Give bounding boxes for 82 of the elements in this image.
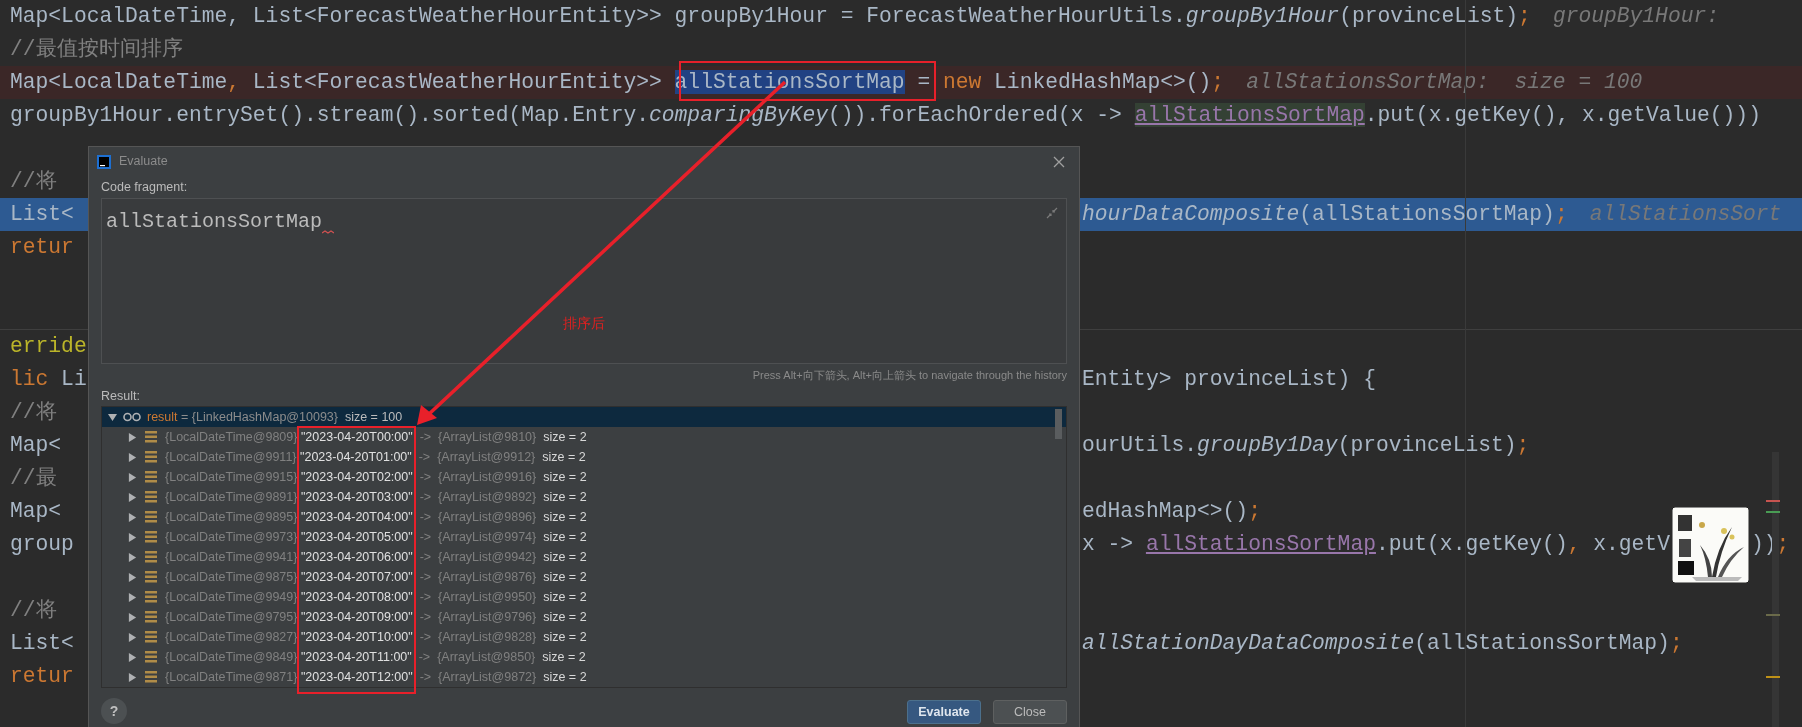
list-icon bbox=[145, 651, 157, 663]
error-squiggle-icon bbox=[322, 230, 335, 235]
list-icon bbox=[145, 631, 157, 643]
tree-item-text: {LocalDateTime@9949} "2023-04-20T08:00" -> {ArrayList@9950} size = 2 bbox=[165, 588, 587, 606]
list-icon bbox=[145, 551, 157, 563]
code-line: //最 bbox=[10, 464, 57, 492]
list-icon bbox=[145, 491, 157, 503]
code-line: lic Li bbox=[10, 365, 87, 393]
code-line: //将 bbox=[10, 398, 57, 426]
list-icon bbox=[145, 591, 157, 603]
tree-row[interactable]: {LocalDateTime@9915} "2023-04-20T02:00" -> {ArrayList@9916} size = 2 bbox=[102, 467, 1066, 487]
scrollbar[interactable] bbox=[1772, 452, 1779, 727]
tree-item-text: {LocalDateTime@9871} "2023-04-20T12:00" -> {ArrayList@9872} size = 2 bbox=[165, 668, 587, 686]
list-icon bbox=[145, 531, 157, 543]
history-hint: Press Alt+向下箭头, Alt+向上箭头 to navigate through the history bbox=[752, 367, 1067, 383]
list-icon bbox=[145, 511, 157, 523]
tree-row[interactable]: {LocalDateTime@9973} "2023-04-20T05:00" -> {ArrayList@9974} size = 2 bbox=[102, 527, 1066, 547]
scrollbar[interactable] bbox=[1055, 409, 1062, 439]
code-line: Entity> provinceList) { bbox=[1082, 365, 1376, 393]
help-button[interactable]: ? bbox=[101, 698, 127, 724]
tree-item-text: {LocalDateTime@9891} "2023-04-20T03:00" -> {ArrayList@9892} size = 2 bbox=[165, 488, 587, 506]
tree-row[interactable]: {LocalDateTime@9949} "2023-04-20T08:00" -> {ArrayList@9950} size = 2 bbox=[102, 587, 1066, 607]
tree-row[interactable]: {LocalDateTime@9941} "2023-04-20T06:00" -> {ArrayList@9942} size = 2 bbox=[102, 547, 1066, 567]
tree-row[interactable]: {LocalDateTime@9891} "2023-04-20T03:00" -> {ArrayList@9892} size = 2 bbox=[102, 487, 1066, 507]
code-input[interactable]: allStationsSortMap bbox=[106, 207, 323, 237]
code-line: //将 bbox=[10, 167, 57, 195]
code-line: x -> allStationsSortMap.put(x.getKey(), x.getV bbox=[1082, 530, 1670, 558]
code-line: erride bbox=[10, 332, 87, 360]
code-line: Map<LocalDateTime, List<ForecastWeatherHourEntity>> groupBy1Hour = ForecastWeatherHourUtils.groupBy1Hour(provinceList); groupBy1Hour: bbox=[10, 2, 1720, 30]
code-line: Map< bbox=[10, 431, 62, 459]
list-icon bbox=[145, 451, 157, 463]
tree-item-text: result = {LinkedHashMap@10093} size = 100 bbox=[147, 408, 403, 426]
code-line: List< bbox=[10, 629, 74, 657]
code-line: allStationDayDataComposite(allStationsSortMap); bbox=[1082, 629, 1683, 657]
tree-row[interactable]: {LocalDateTime@9849} "2023-04-20T11:00" -> {ArrayList@9850} size = 2 bbox=[102, 647, 1066, 667]
tree-item-text: {LocalDateTime@9915} "2023-04-20T02:00" -> {ArrayList@9916} size = 2 bbox=[165, 468, 587, 486]
list-icon bbox=[145, 471, 157, 483]
tree-row[interactable]: {LocalDateTime@9911} "2023-04-20T01:00" -> {ArrayList@9912} size = 2 bbox=[102, 447, 1066, 467]
change-marker bbox=[1766, 511, 1780, 513]
tree-row[interactable]: {LocalDateTime@9809} "2023-04-20T00:00" -> {ArrayList@9810} size = 2 bbox=[102, 427, 1066, 447]
tree-item-text: {LocalDateTime@9849} "2023-04-20T11:00" -> {ArrayList@9850} size = 2 bbox=[165, 648, 586, 666]
field-label: Result: bbox=[101, 387, 141, 405]
code-line: Map< bbox=[10, 497, 62, 525]
code-line: retur bbox=[10, 233, 74, 261]
tree-item-text: {LocalDateTime@9827} "2023-04-20T10:00" -> {ArrayList@9828} size = 2 bbox=[165, 628, 587, 646]
list-icon bbox=[145, 571, 157, 583]
watch-icon bbox=[123, 412, 141, 422]
tree-item-text: {LocalDateTime@9809} "2023-04-20T00:00" -> {ArrayList@9810} size = 2 bbox=[165, 428, 587, 446]
code-line: ourUtils.groupBy1Day(provinceList); bbox=[1082, 431, 1530, 459]
code-line: //最值按时间排序 bbox=[10, 35, 183, 63]
tree-row[interactable]: result = {LinkedHashMap@10093} size = 100 bbox=[102, 407, 1066, 427]
tree-row[interactable]: {LocalDateTime@9827} "2023-04-20T10:00" -> {ArrayList@9828} size = 2 bbox=[102, 627, 1066, 647]
collapse-icon[interactable] bbox=[108, 412, 117, 422]
code-fragment-editor[interactable]: allStationsSortMap 排序后 bbox=[101, 198, 1067, 364]
tree-row[interactable]: {LocalDateTime@9871} "2023-04-20T12:00" -> {ArrayList@9872} size = 2 bbox=[102, 667, 1066, 687]
tree-item-text: {LocalDateTime@9895} "2023-04-20T04:00" -> {ArrayList@9896} size = 2 bbox=[165, 508, 587, 526]
warning-marker bbox=[1766, 614, 1780, 616]
tree-item-text: {LocalDateTime@9941} "2023-04-20T06:00" -> {ArrayList@9942} size = 2 bbox=[165, 548, 587, 566]
code-line: retur bbox=[10, 662, 74, 690]
tree-row[interactable]: {LocalDateTime@9795} "2023-04-20T09:00" -> {ArrayList@9796} size = 2 bbox=[102, 607, 1066, 627]
annotation-note: 排序后 bbox=[563, 313, 605, 333]
evaluate-button[interactable]: Evaluate bbox=[907, 700, 981, 724]
tree-item-text: {LocalDateTime@9795} "2023-04-20T09:00" -> {ArrayList@9796} size = 2 bbox=[165, 608, 587, 626]
tree-item-text: {LocalDateTime@9911} "2023-04-20T01:00" -> {ArrayList@9912} size = 2 bbox=[165, 448, 586, 466]
warning-marker bbox=[1766, 676, 1780, 678]
list-icon bbox=[145, 671, 157, 683]
code-line: edHashMap<>(); bbox=[1082, 497, 1261, 525]
list-icon bbox=[145, 611, 157, 623]
tree-item-text: {LocalDateTime@9875} "2023-04-20T07:00" -> {ArrayList@9876} size = 2 bbox=[165, 568, 587, 586]
tree-row[interactable]: {LocalDateTime@9895} "2023-04-20T04:00" -> {ArrayList@9896} size = 2 bbox=[102, 507, 1066, 527]
code-line: //将 bbox=[10, 596, 57, 624]
field-label: Code fragment: bbox=[101, 178, 189, 196]
tree-item-text: {LocalDateTime@9973} "2023-04-20T05:00" -> {ArrayList@9974} size = 2 bbox=[165, 528, 587, 546]
close-button[interactable]: Close bbox=[993, 700, 1067, 724]
dialog-title: Evaluate bbox=[119, 153, 168, 171]
error-marker bbox=[1766, 500, 1780, 502]
code-line: List< bbox=[10, 200, 74, 228]
close-icon[interactable] bbox=[1053, 155, 1065, 168]
list-icon bbox=[145, 431, 157, 443]
tree-row[interactable]: {LocalDateTime@9875} "2023-04-20T07:00" -> {ArrayList@9876} size = 2 bbox=[102, 567, 1066, 587]
app-icon bbox=[97, 154, 111, 169]
code-line: group bbox=[10, 530, 74, 558]
